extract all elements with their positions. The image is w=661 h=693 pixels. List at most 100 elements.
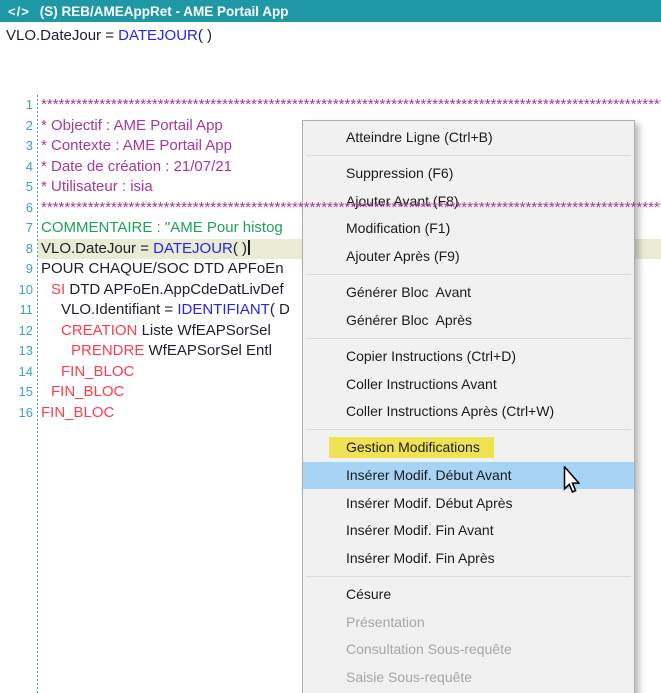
menu-item-label: Saisie Sous-requête [346,669,472,685]
line-number: 9 [0,259,33,280]
editor-window: </> (S) REB/AMEAppRet - AME Portail App … [0,0,661,693]
line-number: 6 [0,198,33,219]
line-number: 12 [0,321,33,342]
line-number: 7 [0,218,33,239]
menu-item-copier-instructions-ctrl-d[interactable]: Copier Instructions (Ctrl+D) [303,343,634,371]
menu-item-cesure[interactable]: Césure [303,581,634,609]
code-segment: DTD APFoEn.AppCdeDatLivDef [65,281,283,298]
code-segment: WfEAPSorSel Entl [144,342,272,359]
code-segment: VLO.DateJour = [6,27,118,44]
code-segment: VLO.DateJour = [41,240,153,257]
code-line-content: CREATION Liste WfEAPSorSel [33,321,271,342]
code-line-content: ****************************************… [33,95,661,116]
menu-item-presentation: Présentation [303,608,634,636]
menu-item-saisie-sous-requete: Saisie Sous-requête [303,663,634,691]
menu-item-label: Césure [346,586,391,602]
line-number: 1 [0,95,33,116]
line-number: 10 [0,280,33,301]
menu-item-modification-f1[interactable]: Modification (F1) [303,215,634,243]
line-number: 8 [0,239,33,260]
menu-item-label: Modification (F1) [346,220,450,236]
code-segment: IDENTIFIANT [177,301,270,318]
line-number: 2 [0,116,33,137]
code-segment: ( ) [198,27,212,44]
code-line-1[interactable]: 1 ***************************************… [0,95,661,116]
menu-separator [306,338,631,339]
code-line-6[interactable]: 6 ***************************************… [0,198,661,219]
menu-item-coller-instructions-apres-ctrl-w[interactable]: Coller Instructions Après (Ctrl+W) [303,398,634,426]
title-bar: </> (S) REB/AMEAppRet - AME Portail App [0,0,661,22]
menu-item-label: Générer Bloc Après [346,312,472,328]
line-number: 16 [0,403,33,424]
code-segment: PRENDRE [71,342,144,359]
menu-item-generer-bloc-apres[interactable]: Générer Bloc Après [303,306,634,334]
code-segment: FIN_BLOC [51,383,124,400]
window-title: (S) REB/AMEAppRet - AME Portail App [40,4,289,19]
code-line-content: FIN_BLOC [33,403,114,424]
code-line-content: POUR CHAQUE/SOC DTD APFoEn [33,259,284,280]
code-segment: DATEJOUR [118,27,198,44]
menu-item-inserer-modif-fin-avant[interactable]: Insérer Modif. Fin Avant [303,517,634,545]
line-number: 5 [0,177,33,198]
code-line-content: VLO.Identifiant = IDENTIFIANT( D [33,300,290,321]
menu-item-inserer-modif-fin-apres[interactable]: Insérer Modif. Fin Après [303,544,634,572]
code-line-content: * Date de création : 21/07/21 [33,157,232,178]
code-line-content: FIN_BLOC [33,362,134,383]
menu-separator [306,274,631,275]
menu-item-label: Consultation Sous-requête [346,641,512,657]
code-segment: Liste WfEAPSorSel [137,322,270,339]
code-line-content: * Utilisateur : isia [33,177,153,198]
menu-item-label: Générer Bloc Avant [346,284,471,300]
code-line-content: VLO.DateJour = DATEJOUR( ) [33,239,250,260]
menu-item-generer-bloc-avant[interactable]: Générer Bloc Avant [303,279,634,307]
code-line-content: ****************************************… [33,198,661,219]
menu-item-label: Insérer Modif. Fin Avant [346,522,494,538]
menu-item-label: Présentation [346,614,425,630]
code-line-content: SI DTD APFoEn.AppCdeDatLivDef [33,280,284,301]
code-segment: FIN_BLOC [41,404,114,421]
code-segment: CREATION [61,322,137,339]
menu-item-label: Coller Instructions Avant [346,376,497,392]
line-number: 13 [0,341,33,362]
line-number: 14 [0,362,33,383]
mouse-cursor-icon [563,466,580,493]
menu-item-label: Insérer Modif. Fin Après [346,550,495,566]
menu-separator [306,576,631,577]
menu-item-inserer-modif-debut-avant[interactable]: Insérer Modif. Début Avant [303,462,634,490]
code-line-content: * Objectif : AME Portail App [33,116,223,137]
code-segment: VLO.Identifiant = [61,301,177,318]
menu-item-label: Insérer Modif. Début Avant [346,467,512,483]
code-line-content: PRENDRE WfEAPSorSel Entl [33,341,272,362]
text-caret [248,240,250,255]
line-number: 3 [0,136,33,157]
current-expression-line[interactable]: VLO.DateJour = DATEJOUR( ) [6,26,212,46]
code-line-content: * Contexte : AME Portail App [33,136,232,157]
menu-item-atteindre-ligne-ctrl-b[interactable]: Atteindre Ligne (Ctrl+B) [303,123,634,151]
menu-item-label: Ajouter Après (F9) [346,248,460,264]
code-line-content: FIN_BLOC [33,382,124,403]
line-number: 15 [0,382,33,403]
menu-item-ajouter-apres-f9[interactable]: Ajouter Après (F9) [303,242,634,270]
line-number: 11 [0,300,33,321]
menu-separator [306,155,631,156]
code-segment: POUR CHAQUE/SOC DTD APFoEn [41,260,284,277]
menu-item-label: Atteindre Ligne (Ctrl+B) [346,129,493,145]
code-line-content: COMMENTAIRE : "AME Pour histog [33,218,283,239]
code-segment: SI [51,281,65,298]
menu-item-label: Insérer Modif. Début Après [346,495,513,511]
menu-item-label: Gestion Modifications [329,437,494,458]
code-segment: ( D [270,301,290,318]
code-segment: ****************************************… [41,96,661,113]
code-segment: * Date de création : 21/07/21 [41,158,232,175]
code-segment: * Utilisateur : isia [41,178,153,195]
code-brackets-icon: </> [8,4,30,19]
code-segment: * Objectif : AME Portail App [41,117,223,134]
menu-item-label: Coller Instructions Après (Ctrl+W) [346,403,554,419]
menu-item-suppression-f6[interactable]: Suppression (F6) [303,160,634,188]
menu-item-consultation-sous-requete: Consultation Sous-requête [303,636,634,664]
menu-item-inserer-modif-debut-apres[interactable]: Insérer Modif. Début Après [303,489,634,517]
menu-item-coller-instructions-avant[interactable]: Coller Instructions Avant [303,370,634,398]
code-segment: ****************************************… [41,199,661,216]
code-segment: ( ) [233,240,247,257]
menu-item-gestion-modifications[interactable]: Gestion Modifications [303,434,634,462]
